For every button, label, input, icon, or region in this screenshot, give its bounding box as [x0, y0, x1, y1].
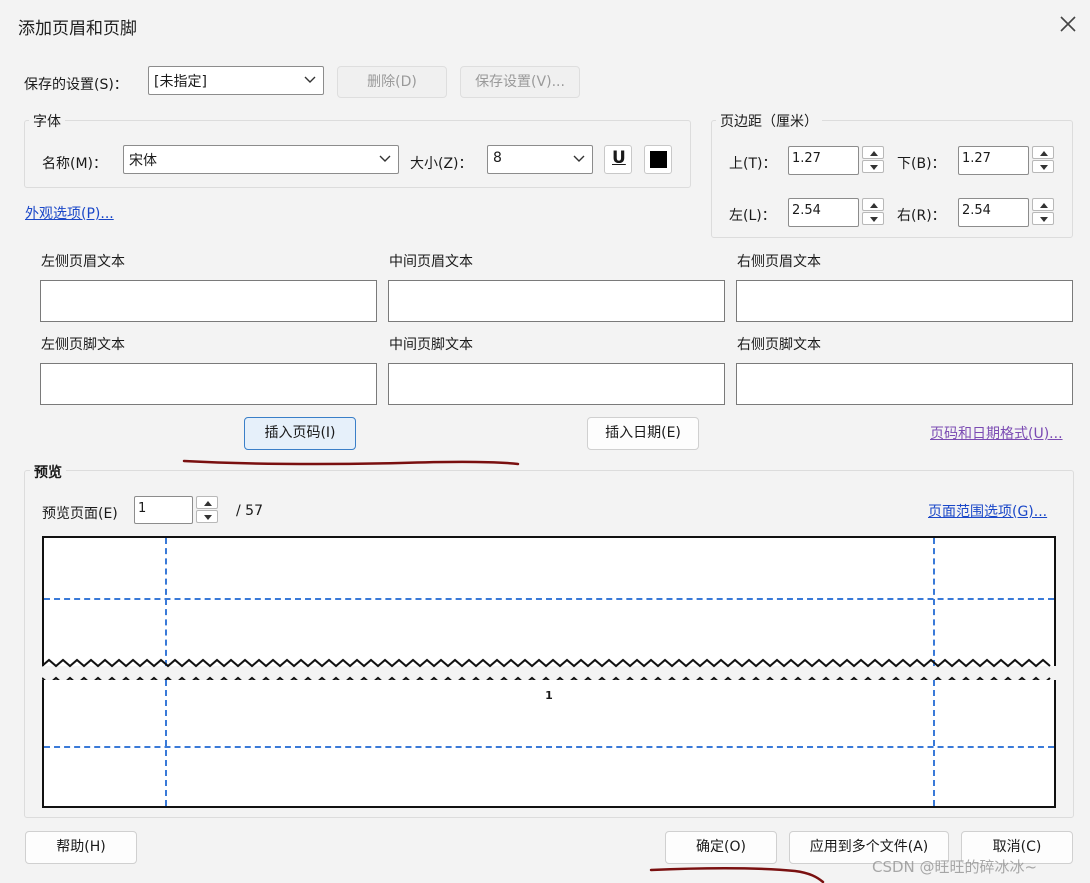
spin-up-button[interactable] [196, 496, 218, 509]
margins-group-title: 页边距（厘米） [716, 111, 822, 131]
saved-settings-value: [未指定] [154, 74, 207, 90]
arrow-down-icon [1040, 165, 1048, 170]
chevron-down-icon [304, 76, 316, 83]
page-date-format-link[interactable]: 页码和日期格式(U)... [930, 423, 1063, 443]
preview-header-area [42, 536, 1056, 666]
margin-left-label: 左(L)： [729, 208, 776, 224]
margin-bottom-label: 下(B)： [897, 156, 946, 172]
insert-date-button[interactable]: 插入日期(E) [587, 417, 699, 450]
left-header-label: 左侧页眉文本 [41, 254, 125, 270]
margin-top-input[interactable]: 1.27 [788, 146, 859, 175]
left-footer-input[interactable] [40, 363, 377, 405]
arrow-up-icon [870, 203, 878, 208]
margin-bottom-value: 1.27 [962, 151, 991, 166]
saved-settings-select[interactable]: [未指定] [148, 66, 324, 95]
save-settings-button[interactable]: 保存设置(V)... [460, 66, 580, 98]
margin-right-label: 右(R)： [897, 208, 946, 224]
underline-button[interactable]: U [604, 145, 632, 174]
chevron-down-icon [573, 155, 585, 162]
font-size-select[interactable]: 8 [487, 145, 593, 174]
right-footer-label: 右侧页脚文本 [737, 337, 821, 353]
spin-down-button[interactable] [1032, 160, 1054, 173]
csdn-watermark: CSDN @旺旺的碎冰冰~ [872, 858, 1038, 876]
insert-page-number-button[interactable]: 插入页码(I) [244, 417, 356, 450]
margin-bottom-spinner[interactable] [1032, 146, 1056, 174]
margin-top-value: 1.27 [792, 151, 821, 166]
preview-footer-page-number: 1 [545, 689, 553, 702]
top-margin-guide [44, 598, 1054, 600]
page-break-zigzag-top [42, 658, 1051, 668]
arrow-up-icon [204, 501, 212, 506]
left-margin-guide [165, 538, 167, 666]
preview-group-title: 预览 [30, 462, 66, 482]
page-range-options-link[interactable]: 页面范围选项(G)... [928, 501, 1047, 521]
margin-left-input[interactable]: 2.54 [788, 198, 859, 227]
center-footer-input[interactable] [388, 363, 725, 405]
underline-icon: U [612, 148, 626, 168]
margin-bottom-input[interactable]: 1.27 [958, 146, 1029, 175]
font-color-button[interactable] [644, 145, 672, 174]
window-title: 添加页眉和页脚 [18, 19, 137, 39]
margin-right-input[interactable]: 2.54 [958, 198, 1029, 227]
center-header-label: 中间页眉文本 [389, 254, 473, 270]
annotation-ok-stroke [649, 867, 825, 883]
arrow-up-icon [1040, 151, 1048, 156]
right-footer-input[interactable] [736, 363, 1073, 405]
center-footer-label: 中间页脚文本 [389, 337, 473, 353]
appearance-options-link[interactable]: 外观选项(P)... [25, 203, 114, 223]
spin-up-button[interactable] [1032, 146, 1054, 159]
spin-up-button[interactable] [862, 146, 884, 159]
right-header-input[interactable] [736, 280, 1073, 322]
spin-up-button[interactable] [862, 198, 884, 211]
preview-page-label: 预览页面(E) [42, 506, 118, 522]
margin-left-spinner[interactable] [862, 198, 886, 226]
spin-down-button[interactable] [196, 510, 218, 523]
font-group-title: 字体 [29, 111, 65, 131]
margin-right-spinner[interactable] [1032, 198, 1056, 226]
margin-top-label: 上(T)： [729, 156, 777, 172]
close-icon[interactable] [1056, 12, 1080, 36]
center-header-input[interactable] [388, 280, 725, 322]
spin-down-button[interactable] [1032, 212, 1054, 225]
right-header-label: 右侧页眉文本 [737, 254, 821, 270]
margin-right-value: 2.54 [962, 203, 991, 218]
preview-page-total: / 57 [236, 503, 263, 519]
left-header-input[interactable] [40, 280, 377, 322]
left-footer-label: 左侧页脚文本 [41, 337, 125, 353]
preview-page-spinner[interactable] [196, 496, 220, 524]
font-name-select[interactable]: 宋体 [123, 145, 399, 174]
help-button[interactable]: 帮助(H) [25, 831, 137, 864]
margin-top-spinner[interactable] [862, 146, 886, 174]
arrow-down-icon [204, 515, 212, 520]
saved-settings-label: 保存的设置(S)： [24, 77, 128, 93]
spin-down-button[interactable] [862, 212, 884, 225]
arrow-down-icon [870, 165, 878, 170]
margin-left-value: 2.54 [792, 203, 821, 218]
chevron-down-icon [379, 155, 391, 162]
font-size-value: 8 [493, 150, 502, 166]
bottom-margin-guide [44, 746, 1054, 748]
arrow-down-icon [1040, 217, 1048, 222]
delete-button[interactable]: 删除(D) [337, 66, 447, 98]
preview-page-input[interactable]: 1 [134, 496, 193, 524]
font-color-swatch [650, 151, 667, 168]
spin-down-button[interactable] [862, 160, 884, 173]
arrow-up-icon [870, 151, 878, 156]
preview-footer-area: 1 [42, 680, 1056, 808]
right-margin-guide [933, 538, 935, 666]
spin-up-button[interactable] [1032, 198, 1054, 211]
font-name-label: 名称(M)： [42, 156, 108, 172]
preview-page-value: 1 [138, 501, 147, 516]
ok-button[interactable]: 确定(O) [665, 831, 777, 864]
font-size-label: 大小(Z)： [410, 156, 473, 172]
annotation-underline-stroke [182, 459, 520, 466]
font-name-value: 宋体 [129, 153, 157, 169]
arrow-up-icon [1040, 203, 1048, 208]
arrow-down-icon [870, 217, 878, 222]
